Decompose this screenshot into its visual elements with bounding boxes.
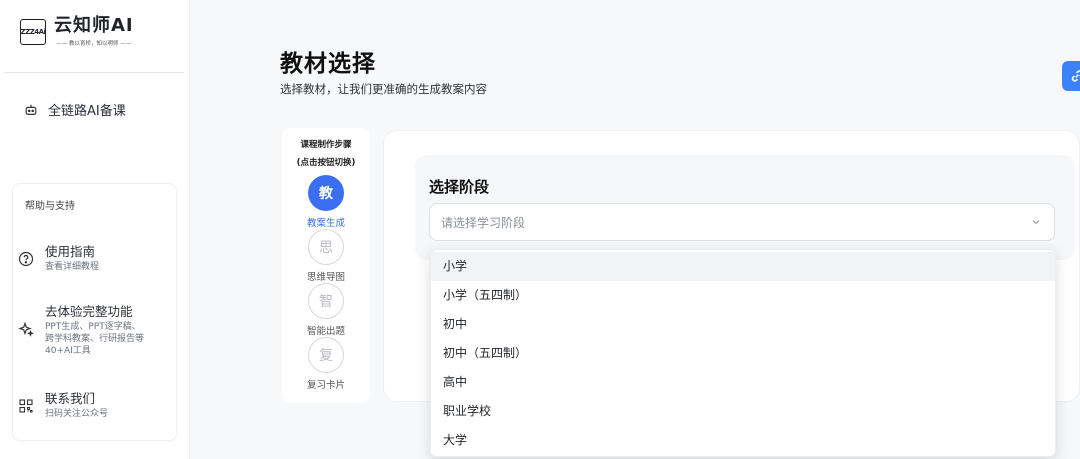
help-item-desc: 扫码关注公众号 <box>45 409 109 419</box>
stage-option-primary-54[interactable]: 小学（五四制） <box>431 281 1055 310</box>
stage-option-senior-high[interactable]: 高中 <box>431 368 1055 397</box>
sidebar-divider <box>4 72 184 73</box>
stage-option-primary[interactable]: 小学 <box>431 252 1055 281</box>
stage-option-vocational[interactable]: 职业学校 <box>431 397 1055 426</box>
logo-slogan: —— 教以育桥，知以明师 —— <box>56 41 132 47</box>
help-item-title: 使用指南 <box>45 244 96 259</box>
help-circle-icon <box>18 251 34 267</box>
steps-hint: (点击按钮切换) <box>296 158 356 168</box>
stage-option-junior-high[interactable]: 初中 <box>431 310 1055 339</box>
stage-option-junior-high-54[interactable]: 初中（五四制） <box>431 339 1055 368</box>
sidebar: ZZZ4Ai 云知师AI —— 教以育桥，知以明师 —— 全链路AI备课 帮助与… <box>0 0 190 459</box>
help-item-desc: 查看详细教程 <box>45 262 100 272</box>
step-label: 思维导图 <box>306 272 345 283</box>
help-item-contact[interactable]: 联系我们 扫码关注公众号 <box>18 390 145 420</box>
logo-mark: ZZZ4Ai <box>20 18 46 45</box>
help-item-full-features[interactable]: 去体验完整功能 PPT生成、PPT逐字稿、跨学科教案、行研报告等40+AI工具 <box>18 303 145 357</box>
step-smart-quiz[interactable]: 智 智能出题 <box>282 283 370 337</box>
link-button[interactable] <box>1062 61 1080 91</box>
chevron-down-icon <box>1032 220 1040 225</box>
step-circle: 思 <box>308 229 344 265</box>
help-item-desc: PPT生成、PPT逐字稿、跨学科教案、行研报告等40+AI工具 <box>45 322 145 356</box>
sidebar-item-label: 全链路AI备课 <box>48 104 126 119</box>
help-item-title: 联系我们 <box>45 391 96 406</box>
help-card-title: 帮助与支持 <box>25 201 75 212</box>
stage-dropdown: 小学 小学（五四制） 初中 初中（五四制） 高中 职业学校 大学 <box>430 249 1056 457</box>
logo[interactable]: ZZZ4Ai 云知师AI —— 教以育桥，知以明师 —— <box>20 16 134 47</box>
stage-select[interactable]: 请选择学习阶段 <box>429 203 1055 241</box>
step-label: 教案生成 <box>306 218 345 229</box>
step-circle: 复 <box>308 337 344 373</box>
qrcode-icon <box>19 399 33 413</box>
steps-title: 课程制作步骤 <box>300 140 352 150</box>
logo-mark-text: ZZZ4Ai <box>20 27 46 36</box>
stage-label: 选择阶段 <box>429 178 490 196</box>
step-label: 智能出题 <box>306 326 345 337</box>
robot-icon <box>25 104 37 115</box>
step-review-cards[interactable]: 复 复习卡片 <box>282 337 370 391</box>
step-label: 复习卡片 <box>306 380 345 391</box>
step-lesson-plan[interactable]: 教 教案生成 <box>282 175 370 229</box>
sidebar-item-ai-lesson-prep[interactable]: 全链路AI备课 <box>24 100 126 119</box>
help-item-guide[interactable]: 使用指南 查看详细教程 <box>18 243 145 273</box>
stage-option-university[interactable]: 大学 <box>431 426 1055 455</box>
step-circle: 智 <box>308 283 344 319</box>
course-steps-panel: 课程制作步骤 (点击按钮切换) 教 教案生成 思 思维导图 智 智能出题 复 复… <box>282 128 370 403</box>
step-mind-map[interactable]: 思 思维导图 <box>282 229 370 283</box>
page-subtitle: 选择教材，让我们更准确的生成教案内容 <box>280 82 487 96</box>
help-item-title: 去体验完整功能 <box>45 304 133 319</box>
stage-select-placeholder: 请选择学习阶段 <box>441 215 526 230</box>
link-icon <box>1071 70 1080 82</box>
step-circle: 教 <box>308 175 344 211</box>
page-title: 教材选择 <box>280 51 376 77</box>
sparkle-icon <box>18 321 34 337</box>
logo-title: 云知师AI <box>54 15 134 36</box>
